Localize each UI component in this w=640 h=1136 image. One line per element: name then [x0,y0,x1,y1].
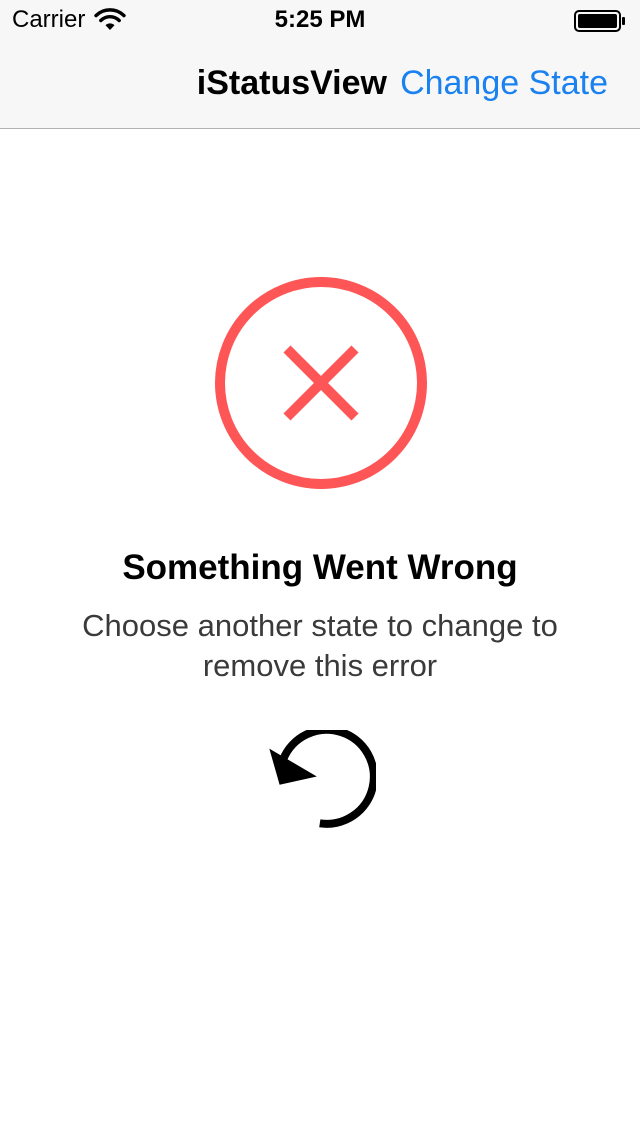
retry-button[interactable] [266,725,378,834]
error-x-circle-icon [215,277,427,489]
status-bar: Carrier 5:25 PM [0,0,640,40]
navigation-bar: iStatusView Change State [0,40,640,129]
error-title: Something Went Wrong [122,548,518,587]
change-state-button[interactable]: Change State [400,62,608,104]
screen: Carrier 5:25 PM iStatusView Change State… [0,0,640,1136]
status-time: 5:25 PM [274,6,366,33]
retry-icon [269,725,378,828]
battery-full-icon [574,10,625,32]
error-message: Choose another state to change to remove… [82,608,558,683]
nav-title: iStatusView [196,64,387,102]
